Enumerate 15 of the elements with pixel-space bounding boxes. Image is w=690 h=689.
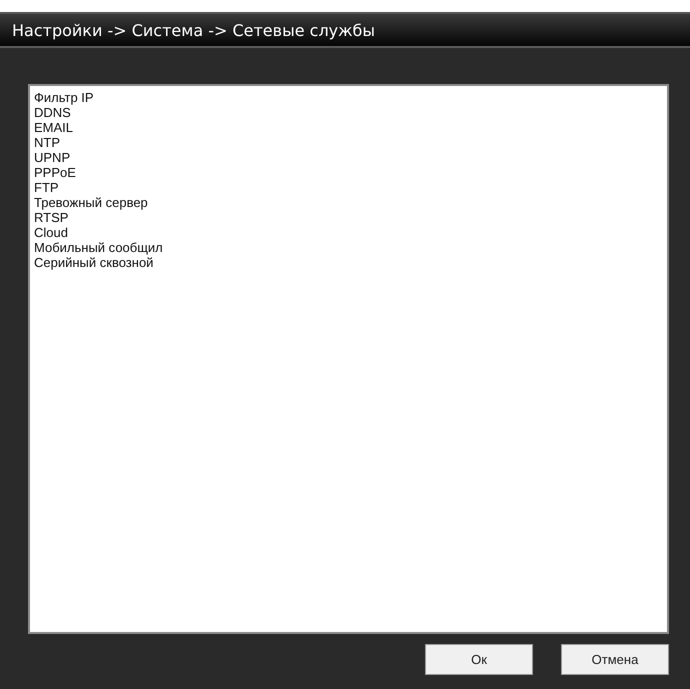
list-item[interactable]: Cloud [34,225,68,240]
list-item[interactable]: NTP [34,135,60,150]
list-item[interactable]: Мобильный сообщил [34,240,163,255]
list-item[interactable]: UPNP [34,150,70,165]
list-item[interactable]: Серийный сквозной [34,255,154,270]
list-item[interactable]: RTSP [34,210,68,225]
ok-button[interactable]: Ок [425,644,533,675]
list-item[interactable]: FTP [34,180,59,195]
list-item[interactable]: PPPoE [34,165,76,180]
list-item[interactable]: Фильтр IP [34,90,94,105]
list-item[interactable]: Тревожный сервер [34,195,148,210]
list-item[interactable]: EMAIL [34,120,74,135]
list-item[interactable]: DDNS [34,105,71,120]
window-title: Настройки -> Система -> Сетевые службы [0,14,690,48]
cancel-button[interactable]: Отмена [561,644,669,675]
